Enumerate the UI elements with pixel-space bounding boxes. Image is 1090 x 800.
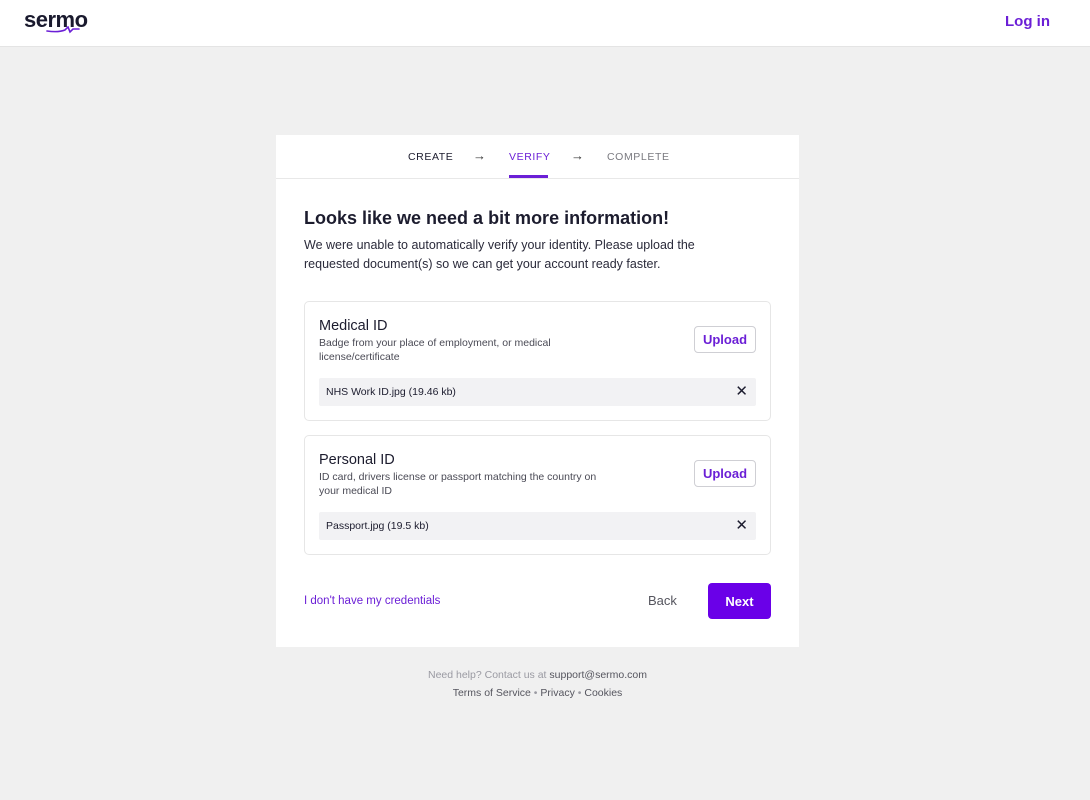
step-create: CREATE (408, 151, 454, 163)
document-description: Badge from your place of employment, or … (319, 337, 551, 363)
logo-swoosh-icon (46, 26, 80, 34)
verification-card: CREATE → VERIFY → COMPLETE Looks like we… (276, 135, 799, 647)
uploaded-file-name: NHS Work ID.jpg (19.46 kb) (326, 386, 456, 398)
document-title: Medical ID (319, 318, 388, 334)
close-icon[interactable]: ✕ (735, 382, 748, 400)
active-step-indicator (509, 175, 548, 178)
uploaded-file-row: NHS Work ID.jpg (19.46 kb) ✕ (319, 378, 756, 406)
page-heading: Looks like we need a bit more informatio… (304, 208, 670, 228)
back-button[interactable]: Back (648, 593, 677, 608)
personal-id-section: Personal ID ID card, drivers license or … (304, 435, 771, 555)
cookies-link[interactable]: Cookies (584, 687, 622, 699)
login-link[interactable]: Log in (1005, 13, 1050, 30)
uploaded-file-name: Passport.jpg (19.5 kb) (326, 520, 429, 532)
support-email-link[interactable]: support@sermo.com (549, 669, 647, 681)
personal-id-upload-button[interactable]: Upload (694, 460, 756, 487)
step-arrow-icon: → (571, 148, 585, 163)
page-description: We were unable to automatically verify y… (304, 238, 695, 271)
medical-id-upload-button[interactable]: Upload (694, 326, 756, 353)
document-title: Personal ID (319, 452, 395, 468)
uploaded-file-row: Passport.jpg (19.5 kb) ✕ (319, 512, 756, 540)
privacy-link[interactable]: Privacy (540, 687, 574, 699)
no-credentials-link[interactable]: I don't have my credentials (304, 595, 440, 607)
step-complete: COMPLETE (607, 151, 670, 163)
terms-of-service-link[interactable]: Terms of Service (453, 687, 531, 699)
help-text: Need help? Contact us at (427, 669, 547, 681)
separator: • (577, 687, 582, 699)
top-navigation-bar: sermo Log in (0, 0, 1090, 47)
footer-links: Terms of Service • Privacy • Cookies (0, 687, 1075, 699)
separator: • (533, 687, 538, 699)
close-icon[interactable]: ✕ (735, 516, 748, 534)
next-button[interactable]: Next (708, 583, 771, 619)
document-description: ID card, drivers license or passport mat… (319, 471, 597, 497)
step-verify: VERIFY (509, 151, 551, 163)
step-arrow-icon: → (473, 148, 487, 163)
footer-help: Need help? Contact us at support@sermo.c… (0, 669, 1075, 681)
signup-progress-steps: CREATE → VERIFY → COMPLETE (276, 135, 799, 179)
medical-id-section: Medical ID Badge from your place of empl… (304, 301, 771, 421)
